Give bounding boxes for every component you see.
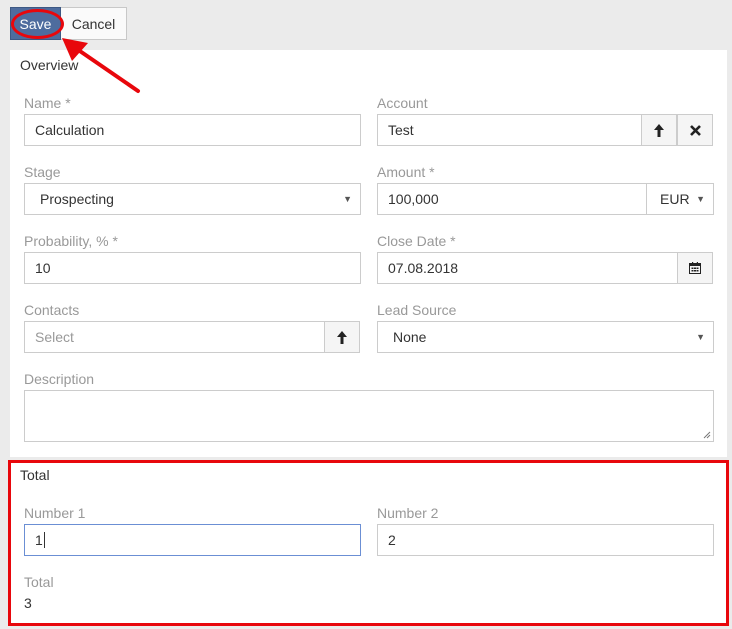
close-date-label: Close Date *: [377, 233, 456, 249]
caret-down-icon: ▼: [696, 332, 705, 342]
probability-value: 10: [35, 260, 51, 276]
overview-panel: Overview Name * Calculation Account Test…: [10, 50, 727, 457]
amount-input[interactable]: 100,000: [377, 183, 648, 215]
cancel-button[interactable]: Cancel: [61, 7, 127, 40]
name-input[interactable]: Calculation: [24, 114, 361, 146]
probability-label: Probability, % *: [24, 233, 118, 249]
amount-label: Amount *: [377, 164, 435, 180]
arrow-up-icon: [654, 123, 664, 137]
name-label: Name *: [24, 95, 71, 111]
amount-value: 100,000: [388, 191, 439, 207]
currency-select[interactable]: EUR ▼: [646, 183, 714, 215]
overview-title: Overview: [20, 57, 79, 73]
calendar-button[interactable]: [677, 252, 713, 284]
save-button[interactable]: Save: [10, 7, 61, 40]
account-input[interactable]: Test: [377, 114, 643, 146]
caret-down-icon: ▼: [343, 194, 352, 204]
toolbar: Save Cancel: [10, 7, 127, 40]
number2-input[interactable]: 2: [377, 524, 714, 556]
close-date-value: 07.08.2018: [388, 260, 459, 276]
account-label: Account: [377, 95, 428, 111]
number2-value: 2: [388, 532, 396, 548]
lead-source-select[interactable]: None ▼: [377, 321, 714, 353]
contacts-select-button[interactable]: [324, 321, 360, 353]
account-select-button[interactable]: [641, 114, 677, 146]
contacts-label: Contacts: [24, 302, 80, 318]
close-icon: [689, 124, 701, 136]
total-value: 3: [24, 595, 32, 611]
account-value: Test: [388, 122, 414, 138]
number1-label: Number 1: [24, 505, 86, 521]
currency-value: EUR: [660, 191, 690, 207]
stage-value: Prospecting: [40, 191, 114, 207]
arrow-up-icon: [337, 330, 347, 344]
number1-input[interactable]: 1: [24, 524, 361, 556]
caret-down-icon: ▼: [696, 194, 705, 204]
probability-input[interactable]: 10: [24, 252, 361, 284]
number1-value: 1: [35, 532, 43, 548]
lead-source-value: None: [393, 329, 427, 345]
text-cursor: [43, 532, 45, 548]
account-clear-button[interactable]: [677, 114, 713, 146]
total-panel-title: Total: [20, 467, 50, 483]
close-date-input[interactable]: 07.08.2018: [377, 252, 679, 284]
stage-label: Stage: [24, 164, 61, 180]
contacts-input[interactable]: Select: [24, 321, 326, 353]
number2-label: Number 2: [377, 505, 439, 521]
total-label: Total: [24, 574, 54, 590]
contacts-placeholder: Select: [35, 329, 74, 345]
description-textarea[interactable]: [24, 390, 714, 442]
calendar-icon: [689, 262, 701, 274]
name-value: Calculation: [35, 122, 105, 138]
resize-handle-icon[interactable]: [703, 431, 711, 439]
lead-source-label: Lead Source: [377, 302, 457, 318]
total-panel: Total Number 1 1 Number 2 2 Total 3: [10, 460, 727, 626]
description-label: Description: [24, 371, 95, 387]
stage-select[interactable]: Prospecting ▼: [24, 183, 361, 215]
